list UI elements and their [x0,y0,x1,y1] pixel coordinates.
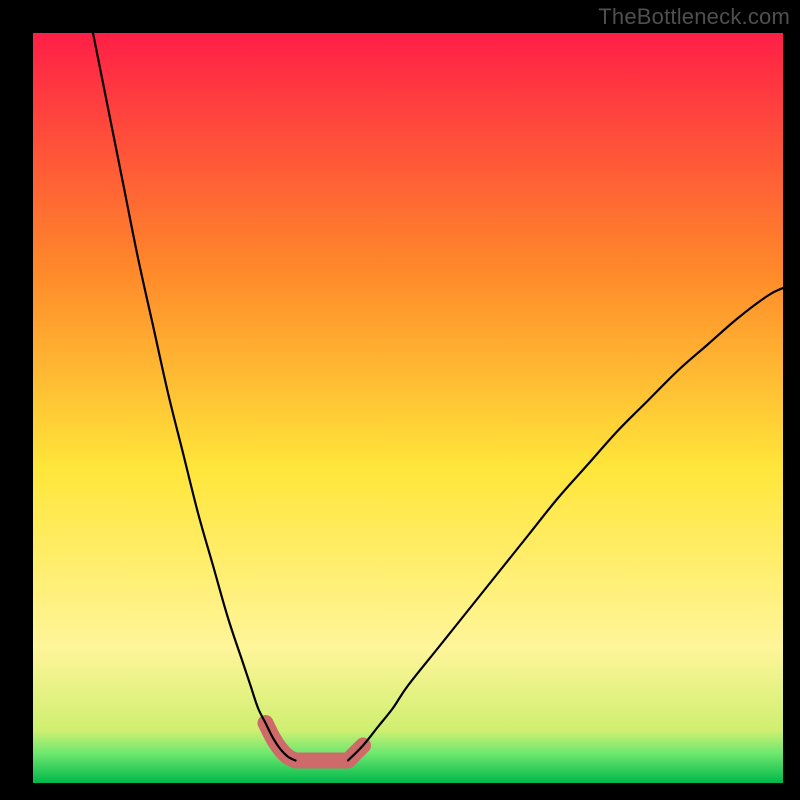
chart-frame: TheBottleneck.com [0,0,800,800]
plot-area [33,33,783,783]
gradient-background [33,33,783,783]
watermark-text: TheBottleneck.com [598,4,790,30]
bottleneck-chart [33,33,783,783]
